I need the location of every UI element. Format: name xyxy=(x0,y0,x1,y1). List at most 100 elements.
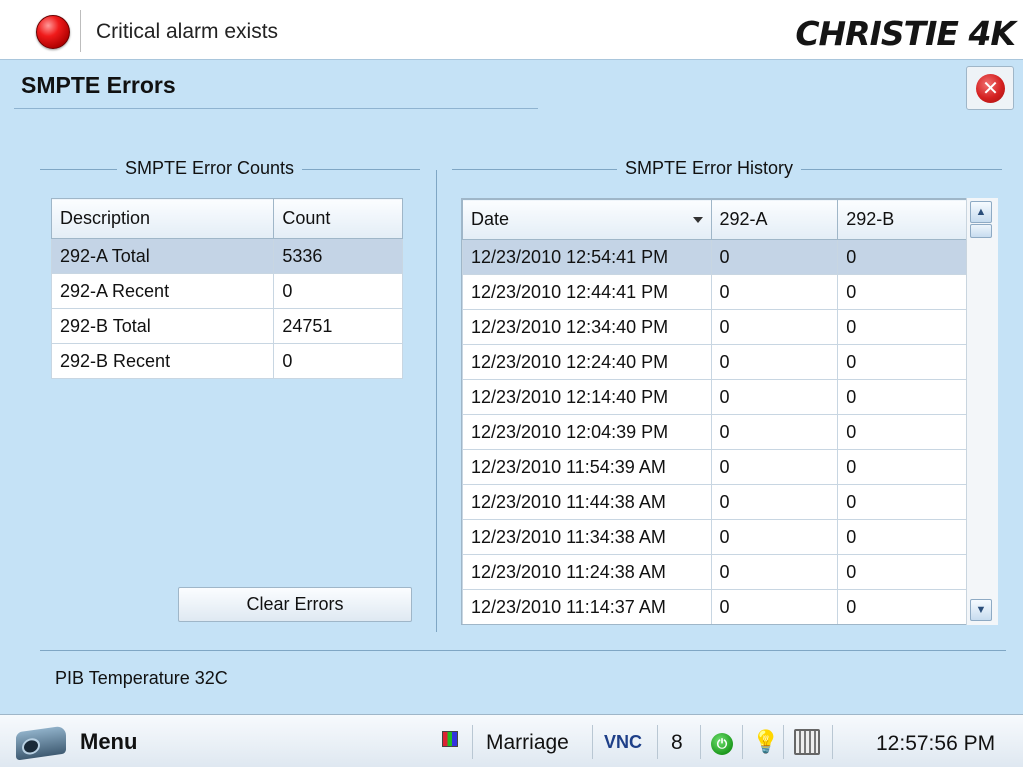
table-row[interactable]: 12/23/2010 12:24:40 PM 0 0 xyxy=(462,344,967,380)
scroll-up-icon[interactable]: ▲ xyxy=(970,201,992,223)
test-pattern-icon[interactable] xyxy=(442,731,458,747)
cell-292a: 0 xyxy=(710,554,839,590)
cell-date: 12/23/2010 12:54:41 PM xyxy=(462,239,712,275)
table-row[interactable]: 12/23/2010 12:34:40 PM 0 0 xyxy=(462,309,967,345)
table-row[interactable]: 12/23/2010 12:14:40 PM 0 0 xyxy=(462,379,967,415)
taskbar: Menu Marriage VNC 8 ⏻ 💡 12:57:56 PM xyxy=(0,714,1023,767)
cell-count: 5336 xyxy=(273,238,403,274)
cell-292b: 0 xyxy=(837,344,967,380)
vnc-status[interactable]: VNC xyxy=(604,732,642,767)
projector-icon xyxy=(16,725,66,761)
cell-292a: 0 xyxy=(710,519,839,555)
table-row[interactable]: 292-B Total 24751 xyxy=(50,308,403,344)
cell-description: 292-A Recent xyxy=(50,273,275,309)
divider xyxy=(742,725,743,759)
menu-label: Menu xyxy=(80,729,138,754)
cell-date: 12/23/2010 11:54:39 AM xyxy=(462,449,712,485)
table-row[interactable]: 292-A Total 5336 xyxy=(50,238,403,274)
cell-date: 12/23/2010 11:24:38 AM xyxy=(462,554,712,590)
cell-count: 24751 xyxy=(273,308,403,344)
cell-date: 12/23/2010 12:14:40 PM xyxy=(462,379,712,415)
title-divider xyxy=(14,108,538,109)
table-row[interactable]: 292-B Recent 0 xyxy=(50,343,403,379)
power-icon[interactable]: ⏻ xyxy=(711,733,733,755)
status-bar: Critical alarm exists CHRISTIE 4K xyxy=(0,0,1023,60)
cell-292b: 0 xyxy=(837,589,967,624)
marriage-status[interactable]: Marriage xyxy=(486,731,569,767)
close-button[interactable]: ✕ xyxy=(966,66,1014,110)
cell-292b: 0 xyxy=(837,484,967,520)
cell-date: 12/23/2010 11:34:38 AM xyxy=(462,519,712,555)
vertical-divider xyxy=(436,170,437,632)
clock: 12:57:56 PM xyxy=(876,732,996,755)
cell-292a: 0 xyxy=(710,239,839,275)
table-row[interactable]: 12/23/2010 11:34:38 AM 0 0 xyxy=(462,519,967,555)
column-header-description[interactable]: Description xyxy=(50,198,275,239)
christie-logo: CHRISTIE 4K xyxy=(795,14,1016,53)
cell-description: 292-A Total xyxy=(50,238,275,274)
divider xyxy=(80,10,81,52)
table-row[interactable]: 292-A Recent 0 xyxy=(50,273,403,309)
cell-292b: 0 xyxy=(837,449,967,485)
column-header-date[interactable]: Date xyxy=(462,199,712,240)
table-row[interactable]: 12/23/2010 11:44:38 AM 0 0 xyxy=(462,484,967,520)
clear-errors-button[interactable]: Clear Errors xyxy=(178,587,412,622)
column-header-date-label: Date xyxy=(471,209,510,229)
divider xyxy=(700,725,701,759)
error-counts-table: Description Count 292-A Total 5336 292-A… xyxy=(50,198,403,379)
board-icon[interactable] xyxy=(794,729,820,755)
alarm-light-icon[interactable] xyxy=(36,15,70,49)
cell-date: 12/23/2010 12:24:40 PM xyxy=(462,344,712,380)
cell-292b: 0 xyxy=(837,554,967,590)
cell-292a: 0 xyxy=(710,414,839,450)
table-row[interactable]: 12/23/2010 11:14:37 AM 0 0 xyxy=(462,589,967,624)
cell-292a: 0 xyxy=(710,309,839,345)
alarm-status-text[interactable]: Critical alarm exists xyxy=(96,20,278,44)
cell-292a: 0 xyxy=(710,379,839,415)
cell-date: 12/23/2010 12:34:40 PM xyxy=(462,309,712,345)
cell-292a: 0 xyxy=(710,274,839,310)
cell-description: 292-B Recent xyxy=(50,343,275,379)
table-row[interactable]: 12/23/2010 11:54:39 AM 0 0 xyxy=(462,449,967,485)
cell-292a: 0 xyxy=(710,344,839,380)
pib-temperature-text: PIB Temperature 32C xyxy=(55,668,228,688)
column-header-count[interactable]: Count xyxy=(273,198,403,239)
cell-292b: 0 xyxy=(837,379,967,415)
page-title: SMPTE Errors xyxy=(21,72,176,98)
sort-descending-icon xyxy=(692,217,703,223)
cell-292b: 0 xyxy=(837,274,967,310)
lamp-icon[interactable]: 💡 xyxy=(752,729,779,767)
counts-group-title: SMPTE Error Counts xyxy=(117,158,303,179)
table-row[interactable]: 12/23/2010 12:04:39 PM 0 0 xyxy=(462,414,967,450)
cell-description: 292-B Total xyxy=(50,308,275,344)
table-row[interactable]: 12/23/2010 12:54:41 PM 0 0 xyxy=(462,239,967,275)
cell-date: 12/23/2010 11:14:37 AM xyxy=(462,589,712,624)
history-scrollbar[interactable]: ▲ ▼ xyxy=(966,198,998,625)
cell-292a: 0 xyxy=(710,484,839,520)
divider xyxy=(592,725,593,759)
cell-292b: 0 xyxy=(837,239,967,275)
column-header-292a[interactable]: 292-A xyxy=(710,199,839,240)
channel-count[interactable]: 8 xyxy=(671,731,683,767)
error-history-table: Date 292-A 292-B 12/23/2010 12:54:41 PM … xyxy=(462,199,967,624)
scroll-thumb[interactable] xyxy=(970,224,992,238)
cell-292b: 0 xyxy=(837,309,967,345)
cell-292a: 0 xyxy=(710,589,839,624)
column-header-292b[interactable]: 292-B xyxy=(837,199,967,240)
cell-292b: 0 xyxy=(837,414,967,450)
history-group-title: SMPTE Error History xyxy=(617,158,802,179)
error-history-table-container: Date 292-A 292-B 12/23/2010 12:54:41 PM … xyxy=(461,198,998,625)
footer-divider xyxy=(40,650,1006,651)
table-row[interactable]: 12/23/2010 12:44:41 PM 0 0 xyxy=(462,274,967,310)
close-icon: ✕ xyxy=(976,74,1005,103)
cell-count: 0 xyxy=(273,273,403,309)
divider xyxy=(832,725,833,759)
cell-date: 12/23/2010 12:04:39 PM xyxy=(462,414,712,450)
menu-button[interactable]: Menu xyxy=(6,715,156,767)
table-row[interactable]: 12/23/2010 11:24:38 AM 0 0 xyxy=(462,554,967,590)
cell-date: 12/23/2010 11:44:38 AM xyxy=(462,484,712,520)
cell-292a: 0 xyxy=(710,449,839,485)
divider xyxy=(472,725,473,759)
scroll-down-icon[interactable]: ▼ xyxy=(970,599,992,621)
cell-292b: 0 xyxy=(837,519,967,555)
